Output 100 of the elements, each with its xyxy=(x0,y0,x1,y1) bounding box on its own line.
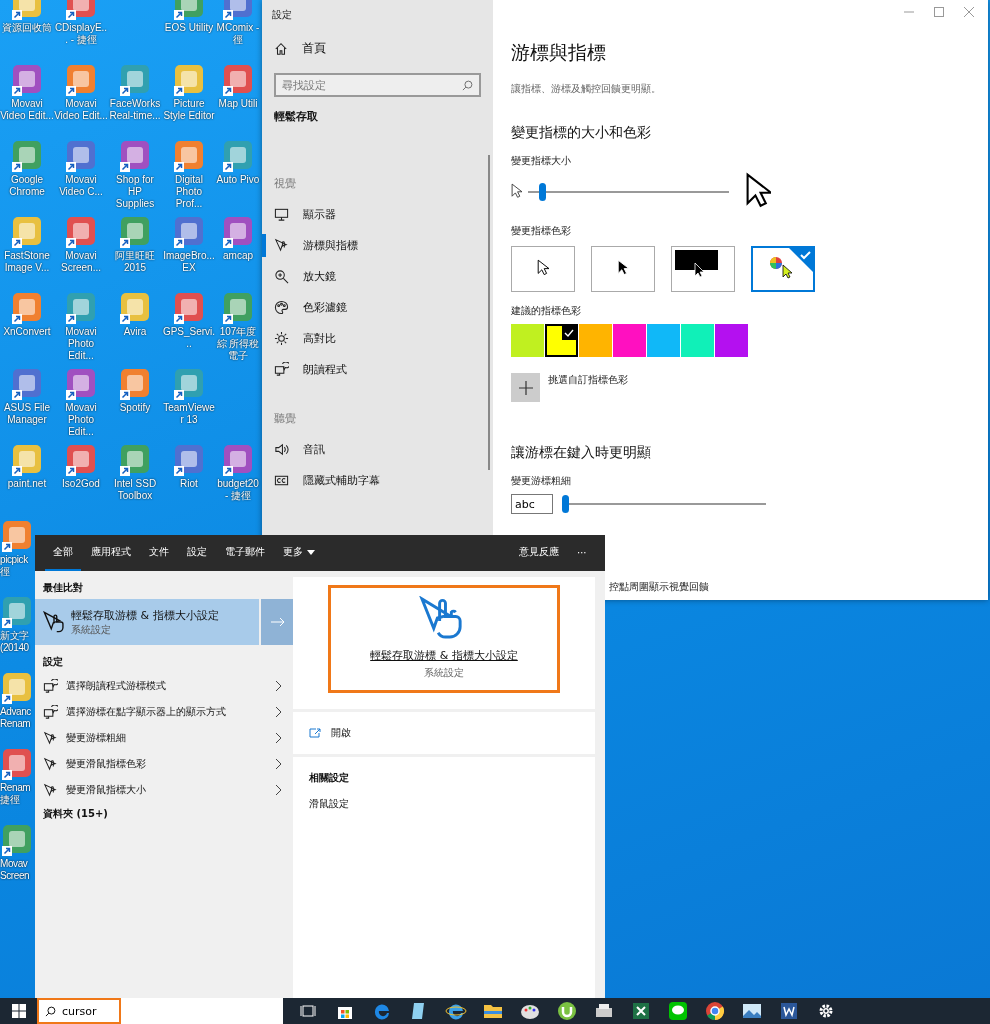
app-shortcut-icon[interactable] xyxy=(0,596,34,630)
color-swatch[interactable] xyxy=(647,324,680,358)
search-field[interactable]: 尋找設定 xyxy=(274,73,481,97)
feedback-button[interactable]: 意見反應 xyxy=(511,535,567,571)
desktop-icon-label[interactable]: Movavi Screen... xyxy=(54,250,108,274)
desktop-icon-label[interactable]: Spotify xyxy=(119,402,151,414)
desktop-icon-label[interactable]: 107年度綜 所得稅電子 xyxy=(216,326,260,362)
app-shortcut-icon[interactable] xyxy=(172,140,206,174)
app-shortcut-icon[interactable] xyxy=(172,216,206,250)
search-result[interactable]: 變更滑鼠指標大小 xyxy=(35,777,290,803)
app-shortcut-icon[interactable] xyxy=(10,292,44,326)
app-shortcut-icon[interactable] xyxy=(172,64,206,98)
desktop-icon-label[interactable]: Shop for HP Supplies xyxy=(108,174,162,210)
app-shortcut-icon[interactable] xyxy=(118,216,152,250)
app-shortcut-icon[interactable] xyxy=(0,824,34,858)
slider-thumb[interactable] xyxy=(539,183,547,202)
nav-item[interactable]: 色彩濾鏡 xyxy=(262,292,493,323)
filter-tab[interactable]: 全部 xyxy=(45,535,81,571)
custom-color-label[interactable]: 挑選自訂指標色彩 xyxy=(548,373,628,388)
app-shortcut-icon[interactable] xyxy=(64,64,98,98)
filter-tab[interactable]: 電子郵件 xyxy=(217,535,273,571)
taskbar-search-field[interactable]: cursor xyxy=(37,998,283,1024)
desktop-icon-label[interactable]: TeamViewer 13 xyxy=(162,402,216,426)
desktop-icon-label[interactable]: paint.net xyxy=(7,478,47,490)
desktop-icon-label[interactable]: Movav Screen xyxy=(0,858,35,882)
app-shortcut-icon[interactable] xyxy=(172,444,206,478)
nav-item[interactable]: 朗讀程式 xyxy=(262,354,493,385)
color-swatch[interactable] xyxy=(545,324,578,358)
open-arrow-button[interactable] xyxy=(261,599,295,645)
app-shortcut-icon[interactable] xyxy=(118,140,152,174)
desktop-icon-label[interactable]: Map Utili xyxy=(218,98,258,110)
app-shortcut-icon[interactable] xyxy=(118,444,152,478)
best-match-result[interactable]: 輕鬆存取游標 & 指標大小設定 系統設定 xyxy=(35,599,259,645)
desktop-icon-label[interactable]: budget20 - 捷徑 xyxy=(216,478,260,502)
color-swatch[interactable] xyxy=(715,324,748,358)
desktop-icon-label[interactable]: Auto Pivo xyxy=(216,174,260,186)
torrent-icon[interactable] xyxy=(556,1000,578,1022)
nav-item[interactable]: 隱藏式輔助字幕 xyxy=(262,465,493,496)
desktop-icon-label[interactable]: Renam 捷徑 xyxy=(0,782,35,806)
app-shortcut-icon[interactable] xyxy=(10,216,44,250)
app-shortcut-icon[interactable] xyxy=(10,444,44,478)
desktop-icon-label[interactable]: Iso2God xyxy=(62,478,100,490)
desktop-icon-label[interactable]: Digital Photo Prof... xyxy=(162,174,216,210)
windows-start-icon[interactable] xyxy=(11,1004,26,1018)
desktop-icon-label[interactable]: amcap xyxy=(223,250,253,262)
nav-item[interactable]: 高對比 xyxy=(262,323,493,354)
desktop-icon-label[interactable]: Avira xyxy=(123,326,147,338)
app-shortcut-icon[interactable] xyxy=(10,368,44,402)
app-shortcut-icon[interactable] xyxy=(10,140,44,174)
color-swatch[interactable] xyxy=(511,324,544,358)
nav-item[interactable]: 放大鏡 xyxy=(262,261,493,292)
app-shortcut-icon[interactable] xyxy=(118,64,152,98)
desktop-icon-label[interactable]: Riot xyxy=(180,478,198,490)
color-swatch[interactable] xyxy=(579,324,612,358)
search-result[interactable]: 選擇朗讀程式游標模式 xyxy=(35,673,290,699)
desktop-icon-label[interactable]: 新文字 (20140 xyxy=(0,630,35,654)
desktop-icon-label[interactable]: Movavi Video Edit... xyxy=(0,98,54,122)
desktop-icon-label[interactable]: picpick 徑 xyxy=(0,554,35,578)
desktop-icon-label[interactable]: Advanc Renam xyxy=(0,706,35,730)
app-shortcut-icon[interactable] xyxy=(118,292,152,326)
app-shortcut-icon[interactable] xyxy=(221,64,255,98)
desktop-icon-label[interactable]: Movavi Video Edit... xyxy=(54,98,108,122)
nav-item[interactable]: 游標與指標 xyxy=(262,230,493,261)
desktop-icon-label[interactable]: GPS_Servi... xyxy=(162,326,216,350)
app-shortcut-icon[interactable] xyxy=(221,216,255,250)
app-shortcut-icon[interactable] xyxy=(64,368,98,402)
app-shortcut-icon[interactable] xyxy=(172,292,206,326)
add-color-button[interactable] xyxy=(511,373,540,403)
filter-tab[interactable]: 應用程式 xyxy=(83,535,139,571)
app-shortcut-icon[interactable] xyxy=(221,444,255,478)
desktop-icon-label[interactable]: 阿里旺旺 2015 xyxy=(108,250,162,274)
open-action[interactable]: 開啟 xyxy=(293,712,595,754)
app-shortcut-icon[interactable] xyxy=(64,292,98,326)
document-w-icon[interactable] xyxy=(778,1000,800,1022)
desktop-icon-label[interactable]: CDisplayE... - 捷徑 xyxy=(54,22,108,46)
search-result[interactable]: 變更游標粗細 xyxy=(35,725,290,751)
desktop-icon-label[interactable]: MComix - 徑 xyxy=(216,22,260,46)
desktop-icon-label[interactable]: Google Chrome xyxy=(0,174,54,198)
related-link[interactable]: 滑鼠設定 xyxy=(309,797,579,811)
app-shortcut-icon[interactable] xyxy=(64,444,98,478)
pointer-color-option[interactable] xyxy=(511,246,575,293)
app-shortcut-icon[interactable] xyxy=(118,368,152,402)
app-shortcut-icon[interactable] xyxy=(0,672,34,706)
desktop-icon-label[interactable]: Picture Style Editor xyxy=(162,98,216,122)
desktop-icon-label[interactable]: 資源回收筒 xyxy=(2,22,52,34)
more-options-button[interactable]: ⋯ xyxy=(569,536,595,570)
desktop-icon-label[interactable]: Movavi Video C... xyxy=(54,174,108,198)
app-shortcut-icon[interactable] xyxy=(0,520,34,554)
chat-bubble-icon[interactable] xyxy=(667,1000,689,1022)
app-shortcut-icon[interactable] xyxy=(172,368,206,402)
desktop-icon-label[interactable]: EOS Utility xyxy=(164,22,214,34)
app-shortcut-icon[interactable] xyxy=(64,140,98,174)
desktop-icon-label[interactable]: FastStone Image V... xyxy=(0,250,54,274)
nav-item[interactable]: 音訊 xyxy=(262,434,493,465)
search-result[interactable]: 選擇游標在點字顯示器上的顯示方式 xyxy=(35,699,290,725)
filter-tab[interactable]: 更多 xyxy=(275,535,323,571)
desktop-icon-label[interactable]: XnConvert xyxy=(3,326,51,338)
desktop-icon-label[interactable]: Movavi Photo Edit... xyxy=(54,402,108,438)
scrollbar[interactable] xyxy=(488,155,490,470)
home-nav-item[interactable]: 首頁 xyxy=(262,30,493,67)
